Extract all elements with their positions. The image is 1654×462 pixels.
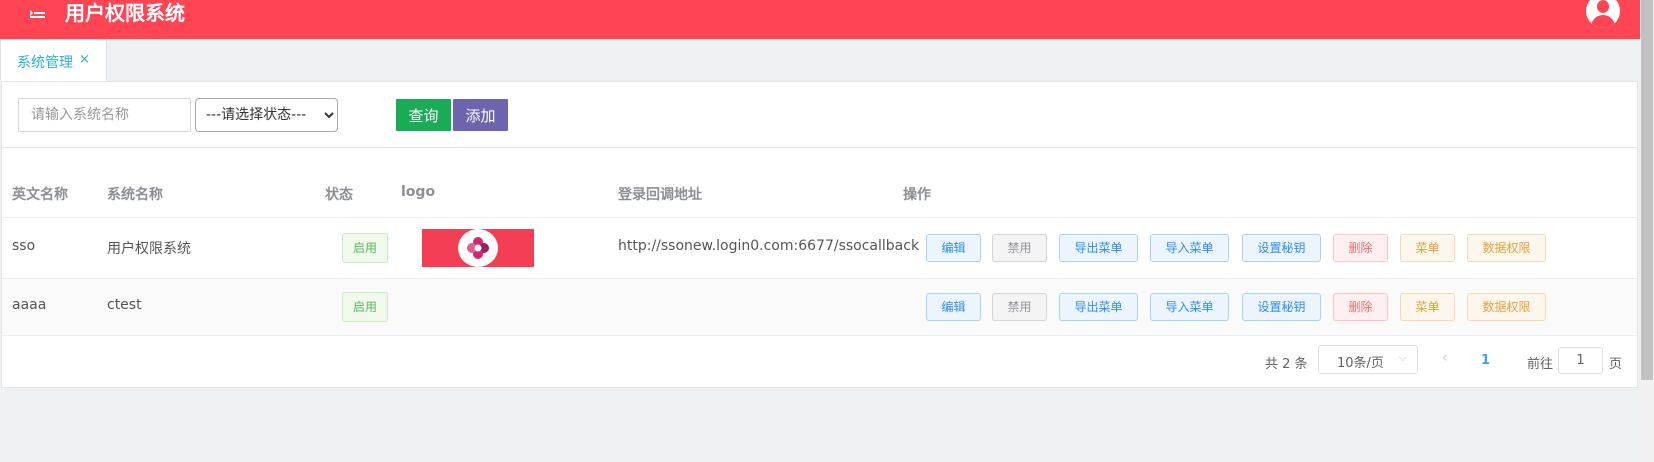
set-secret-button[interactable]: 设置秘钥: [1242, 293, 1321, 321]
add-button[interactable]: 添加: [453, 99, 508, 131]
cell-sys-name: ctest: [107, 297, 142, 313]
goto-label: 前往: [1527, 357, 1554, 372]
edit-button[interactable]: 编辑: [926, 293, 981, 321]
delete-button[interactable]: 删除: [1333, 293, 1388, 321]
tab-label: 系统管理: [17, 55, 73, 71]
cell-callback-url: http://ssonew.login0.com:6677/ssocallbac…: [618, 238, 920, 254]
user-avatar-icon[interactable]: [1586, 0, 1620, 28]
status-select[interactable]: ---请选择状态---: [195, 98, 338, 132]
import-menu-button[interactable]: 导入菜单: [1150, 293, 1229, 321]
import-menu-button[interactable]: 导入菜单: [1150, 234, 1229, 262]
vertical-scrollbar[interactable]: [1640, 0, 1654, 462]
menu-toggle-icon[interactable]: [30, 6, 46, 20]
data-permission-button[interactable]: 数据权限: [1467, 234, 1546, 262]
export-menu-button[interactable]: 导出菜单: [1059, 293, 1138, 321]
page-size-value: 10条/页: [1337, 356, 1384, 371]
system-name-input[interactable]: [18, 98, 191, 132]
data-permission-button[interactable]: 数据权限: [1467, 293, 1546, 321]
content-panel: ---请选择状态--- 查询 添加 英文名称 系统名称 状态 logo 登录回调…: [1, 81, 1638, 388]
cell-en-name: aaaa: [12, 297, 47, 313]
total-count: 共 2 条: [1265, 357, 1308, 372]
export-menu-button[interactable]: 导出菜单: [1059, 234, 1138, 262]
table-row: aaaa ctest 启用 编辑 禁用 导出菜单 导入菜单 设置秘钥 删除 菜单…: [2, 279, 1637, 336]
query-button[interactable]: 查询: [396, 99, 451, 131]
page-unit-label: 页: [1609, 357, 1623, 372]
edit-button[interactable]: 编辑: [926, 234, 981, 262]
column-header-status: 状态: [325, 187, 353, 203]
page-number-current[interactable]: 1: [1481, 353, 1490, 368]
menu-button[interactable]: 菜单: [1400, 234, 1455, 262]
pagination: 共 2 条 10条/页 ⌵ ‹ 1 前往 页: [2, 336, 1637, 388]
tab-close-icon[interactable]: ×: [79, 52, 90, 67]
goto-page-input[interactable]: [1558, 347, 1603, 374]
table-header: 英文名称 系统名称 状态 logo 登录回调地址 操作: [2, 168, 1637, 218]
column-header-en-name: 英文名称: [12, 187, 68, 203]
menu-button[interactable]: 菜单: [1400, 293, 1455, 321]
tab-system-management[interactable]: 系统管理 ×: [0, 39, 107, 81]
delete-button[interactable]: 删除: [1333, 234, 1388, 262]
status-badge: 启用: [342, 292, 388, 322]
page-size-select[interactable]: 10条/页 ⌵: [1318, 345, 1418, 374]
status-badge: 启用: [342, 233, 388, 263]
system-logo: [422, 229, 534, 267]
tab-bar: 系统管理 ×: [0, 39, 1640, 81]
table-row: sso 用户权限系统 启用 http://ssonew.login0.com:6…: [2, 218, 1637, 279]
prev-page-icon[interactable]: ‹: [1442, 350, 1448, 366]
column-header-logo: logo: [401, 184, 436, 200]
logo-emblem-icon: [458, 229, 498, 267]
search-area: ---请选择状态--- 查询 添加: [2, 82, 1637, 148]
disable-button[interactable]: 禁用: [992, 293, 1047, 321]
column-header-callback: 登录回调地址: [618, 187, 702, 203]
disable-button[interactable]: 禁用: [992, 234, 1047, 262]
cell-sys-name: 用户权限系统: [107, 241, 191, 257]
column-header-sys-name: 系统名称: [107, 187, 163, 203]
chevron-down-icon: ⌵: [1398, 351, 1407, 364]
column-header-actions: 操作: [903, 187, 931, 203]
scrollbar-thumb[interactable]: [1641, 0, 1653, 380]
top-header: 用户权限系统: [0, 0, 1640, 39]
cell-en-name: sso: [12, 238, 36, 254]
app-title: 用户权限系统: [65, 1, 185, 25]
set-secret-button[interactable]: 设置秘钥: [1242, 234, 1321, 262]
